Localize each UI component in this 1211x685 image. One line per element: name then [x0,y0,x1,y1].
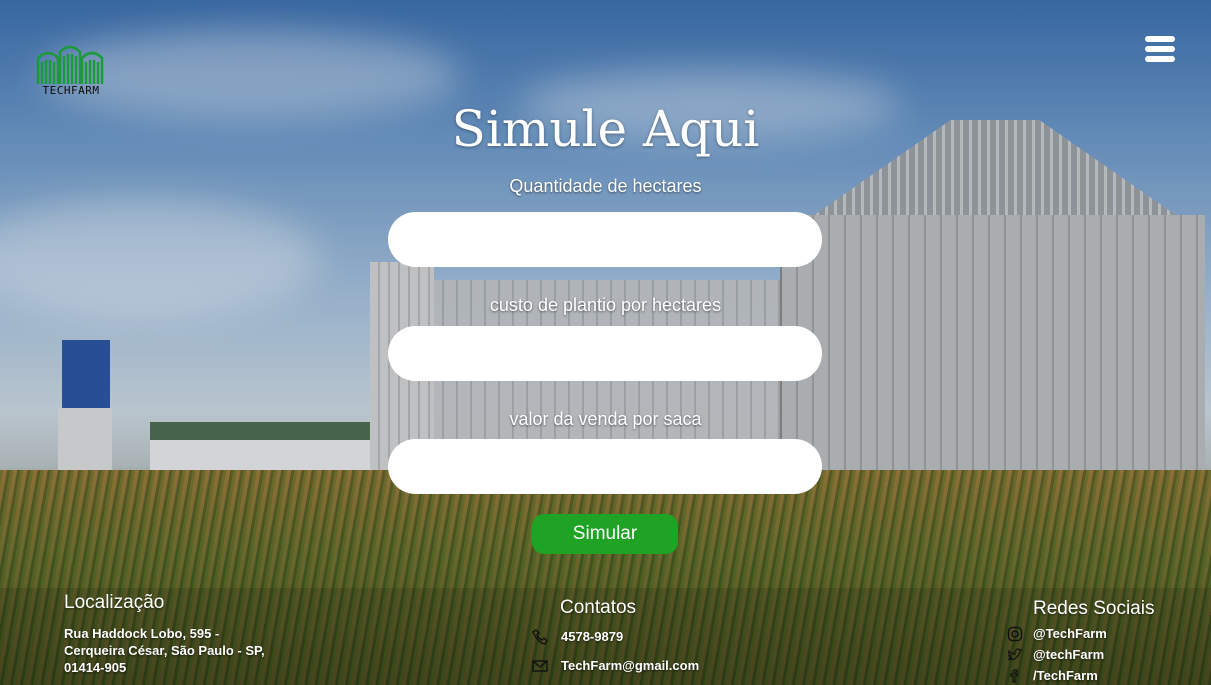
social-heading: Redes Sociais [1033,598,1155,619]
social-link-facebook[interactable]: /TechFarm [1033,668,1098,683]
logo-wordmark: TECHFARM [42,84,100,97]
email-link[interactable]: TechFarm@gmail.com [561,658,699,673]
twitter-icon [1007,648,1023,661]
mail-icon [532,660,548,672]
planting-cost-label: custo de plantio por hectares [489,295,722,315]
address-line-1: Rua Haddock Lobo, 595 - [64,626,220,641]
phone-number[interactable]: 4578-9879 [561,629,623,644]
location-heading: Localização [64,592,165,613]
hamburger-menu-icon[interactable] [1145,36,1175,62]
social-link-instagram[interactable]: @TechFarm [1033,626,1107,641]
sale-value-label: valor da venda por saca [509,409,702,429]
contacts-heading: Contatos [560,597,637,618]
address-line-3: 01414-905 [64,660,127,675]
address-line-2: Cerqueira César, São Paulo - SP, [64,643,265,658]
hectares-label: Quantidade de hectares [509,176,702,196]
techfarm-logo[interactable]: TECHFARM [30,44,112,98]
simulate-button[interactable]: Simular [532,514,678,554]
instagram-icon [1007,626,1023,642]
facebook-icon [1010,669,1019,683]
phone-icon [532,629,548,645]
sale-value-input[interactable] [388,439,822,494]
social-link-twitter[interactable]: @techFarm [1033,647,1104,662]
page-title: Simule Aqui [451,100,760,158]
footer: Localização Rua Haddock Lobo, 595 - Cerq… [0,588,1211,685]
hectares-input[interactable] [388,212,822,267]
menu-bar [1145,46,1175,52]
planting-cost-input[interactable] [388,326,822,381]
menu-bar [1145,56,1175,62]
silo-logo-icon [36,45,104,84]
menu-bar [1145,36,1175,42]
